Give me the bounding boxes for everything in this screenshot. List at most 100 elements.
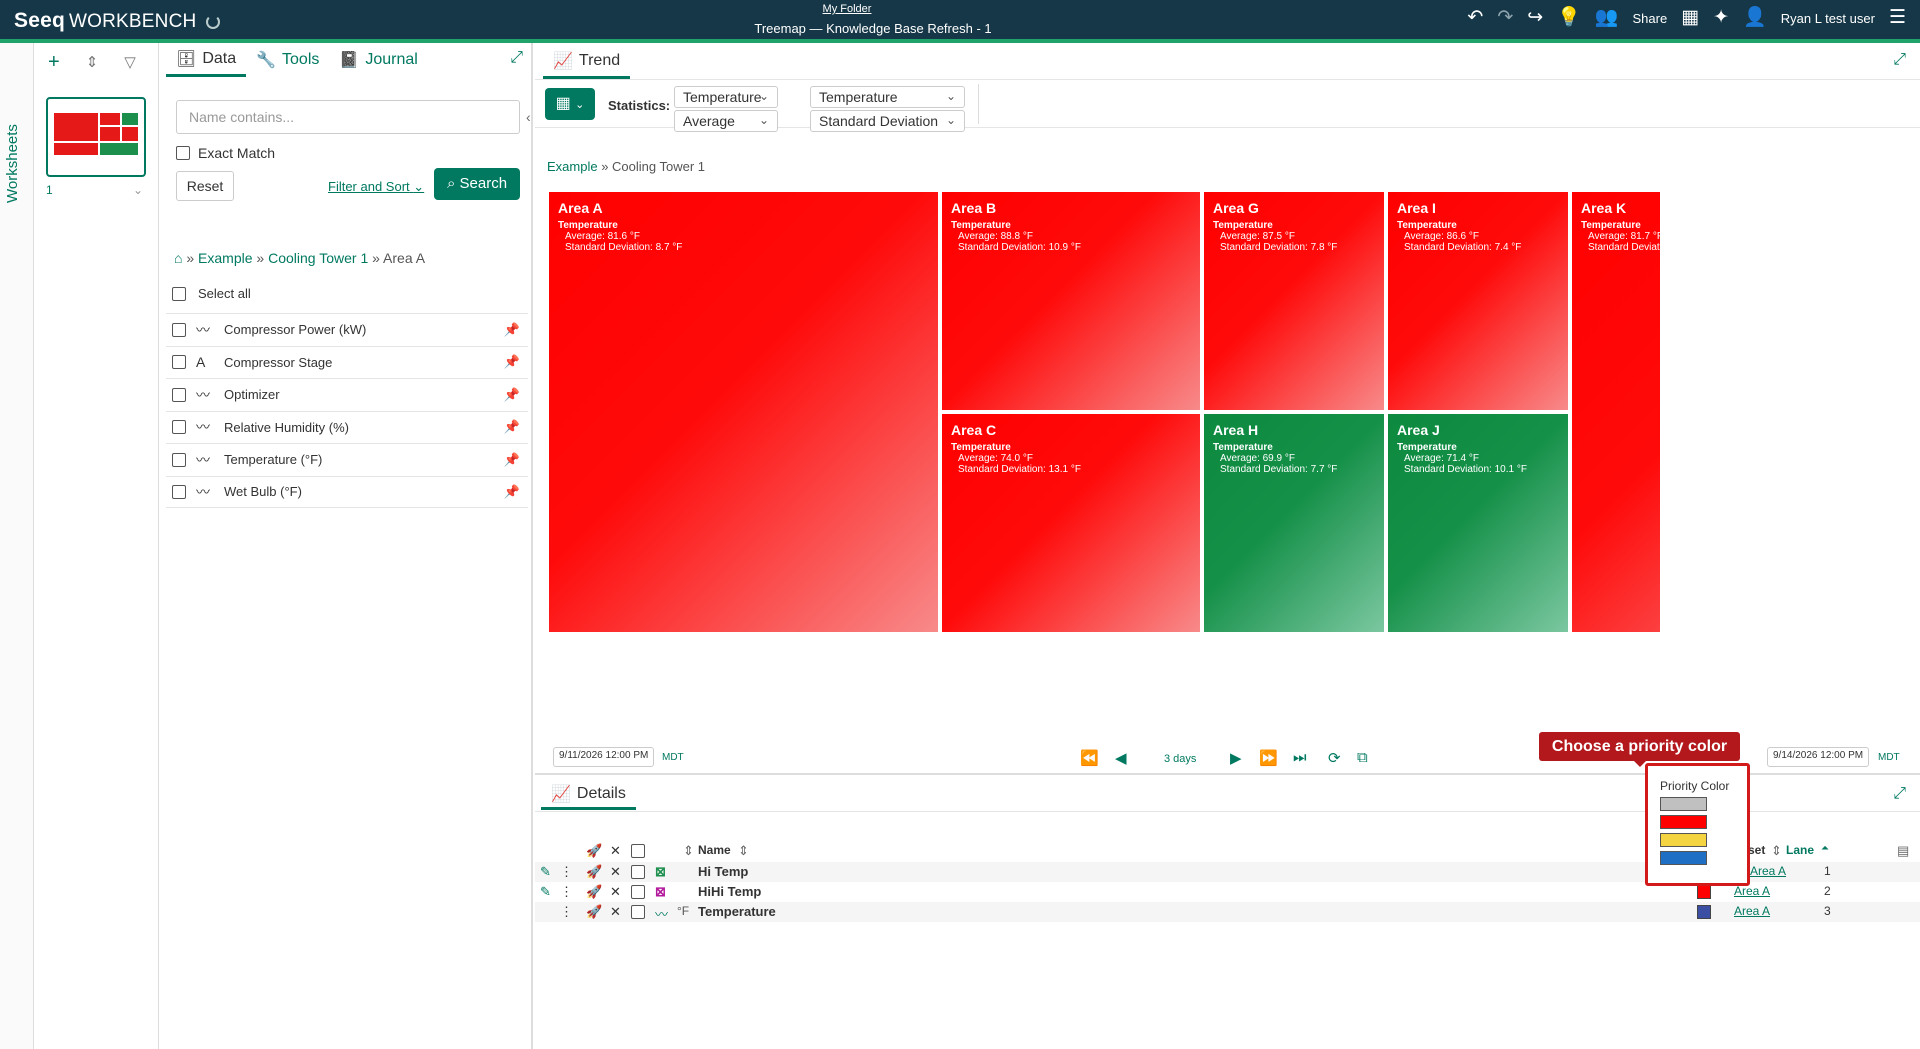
screenshot-icon[interactable]: ⧉ bbox=[1357, 749, 1368, 766]
column-header-name[interactable]: Name bbox=[698, 843, 731, 857]
more-icon[interactable]: ⋮ bbox=[560, 864, 573, 880]
chevron-down-icon[interactable]: ⌄ bbox=[133, 183, 143, 197]
end-timezone[interactable]: MDT bbox=[1878, 752, 1900, 763]
priority-color-swatch[interactable] bbox=[1660, 815, 1707, 829]
start-time-field[interactable]: 9/11/2026 12:00 PM bbox=[553, 747, 655, 767]
more-icon[interactable]: ⋮ bbox=[560, 904, 573, 920]
list-item[interactable]: 〰 Optimizer 📌 bbox=[166, 378, 528, 411]
close-icon[interactable]: ✕ bbox=[610, 884, 621, 900]
menu-icon[interactable]: ☰ bbox=[1889, 8, 1906, 28]
undo-icon[interactable]: ↶ bbox=[1467, 8, 1483, 28]
reorder-icon[interactable]: ⇕ bbox=[86, 51, 99, 75]
more-icon[interactable]: ⋮ bbox=[560, 884, 573, 900]
asset-link[interactable]: Area A bbox=[1750, 864, 1786, 878]
filter-icon[interactable]: ▽ bbox=[124, 51, 136, 75]
step-forward-icon[interactable]: ▶ bbox=[1230, 749, 1242, 767]
pin-icon[interactable]: 📌 bbox=[504, 484, 520, 500]
edit-icon[interactable]: ✎ bbox=[540, 884, 551, 900]
reset-button[interactable]: Reset bbox=[176, 171, 234, 201]
breadcrumb-cooling-tower[interactable]: Cooling Tower 1 bbox=[268, 250, 368, 266]
color-swatch[interactable] bbox=[1697, 885, 1711, 899]
start-timezone[interactable]: MDT bbox=[662, 752, 684, 763]
sort-ascending-icon[interactable]: ⏶ bbox=[1821, 843, 1829, 854]
step-back-full-icon[interactable]: ⏪ bbox=[1080, 749, 1099, 767]
table-row[interactable]: ⋮ 🚀 ✕ 〰 °F Temperature Area A 3 bbox=[535, 902, 1920, 922]
home-icon[interactable]: ⌂ bbox=[174, 250, 182, 266]
pin-icon[interactable]: 📌 bbox=[504, 354, 520, 370]
row-checkbox[interactable] bbox=[631, 905, 645, 919]
duration-field[interactable]: 3 days bbox=[1164, 753, 1196, 765]
sort-icon[interactable]: ⇕ bbox=[738, 843, 749, 859]
treemap-cell[interactable]: Area H Temperature Average: 69.9 °F Standar… bbox=[1204, 414, 1384, 632]
column-header-lane[interactable]: Lane bbox=[1786, 843, 1814, 857]
close-icon[interactable]: ✕ bbox=[610, 864, 621, 880]
stat2-statistic-select[interactable]: Standard Deviation ⌄ bbox=[810, 110, 965, 132]
list-item[interactable]: 〰 Relative Humidity (%) 📌 bbox=[166, 410, 528, 444]
asset-link[interactable]: Area A bbox=[1734, 904, 1770, 918]
treemap-cell[interactable]: Area B Temperature Average: 88.8 °F Standar… bbox=[942, 192, 1200, 410]
treemap-cell[interactable]: Area K Temperature Average: 81.7 °F Standar… bbox=[1572, 192, 1660, 632]
exact-match-checkbox[interactable] bbox=[176, 146, 190, 160]
list-item[interactable]: 〰 Compressor Power (kW) 📌 bbox=[166, 313, 528, 346]
row-checkbox[interactable] bbox=[631, 865, 645, 879]
step-back-icon[interactable]: ◀ bbox=[1115, 749, 1127, 767]
asset-link[interactable]: Area A bbox=[1734, 884, 1770, 898]
rocket-icon[interactable]: 🚀 bbox=[586, 843, 602, 859]
list-item[interactable]: A Compressor Stage 📌 bbox=[166, 345, 528, 379]
item-checkbox[interactable] bbox=[172, 387, 186, 402]
sort-icon[interactable]: ⇕ bbox=[683, 843, 694, 859]
tab-details[interactable]: 📈 Details bbox=[541, 780, 636, 810]
close-icon[interactable]: ✕ bbox=[610, 843, 621, 859]
ai-assistant-icon[interactable]: ✦ bbox=[1713, 8, 1729, 28]
tab-trend[interactable]: 📈 Trend bbox=[543, 45, 631, 79]
forward-icon[interactable]: ↪ bbox=[1527, 8, 1543, 28]
edit-icon[interactable]: ✎ bbox=[540, 864, 551, 880]
folder-link[interactable]: My Folder bbox=[0, 3, 1694, 15]
column-settings-icon[interactable]: ▤ bbox=[1897, 843, 1909, 859]
worksheets-label[interactable]: Worksheets bbox=[4, 124, 21, 203]
step-forward-full-icon[interactable]: ⏩ bbox=[1259, 749, 1278, 767]
stat1-statistic-select[interactable]: Average ⌄ bbox=[674, 110, 778, 132]
row-checkbox[interactable] bbox=[631, 885, 645, 899]
priority-color-swatch[interactable] bbox=[1660, 851, 1707, 865]
priority-color-swatch[interactable] bbox=[1660, 797, 1707, 811]
list-item[interactable]: 〰 Temperature (°F) 📌 bbox=[166, 443, 528, 476]
search-input[interactable]: Name contains... bbox=[176, 100, 520, 134]
breadcrumb-example-link[interactable]: Example bbox=[547, 159, 598, 174]
rocket-icon[interactable]: 🚀 bbox=[586, 864, 602, 880]
pin-icon[interactable]: 📌 bbox=[504, 322, 520, 338]
add-worksheet-icon[interactable]: + bbox=[48, 51, 60, 75]
skip-to-end-icon[interactable]: ⏭ bbox=[1293, 749, 1307, 766]
refresh-icon[interactable]: ⟳ bbox=[1328, 749, 1341, 767]
pin-icon[interactable]: 📌 bbox=[504, 452, 520, 468]
treemap-cell[interactable]: Area C Temperature Average: 74.0 °F Standar… bbox=[942, 414, 1200, 632]
expand-icon[interactable]: ⤢ bbox=[510, 49, 523, 67]
tab-tools[interactable]: 🔧 Tools bbox=[246, 43, 329, 77]
user-name[interactable]: Ryan L test user bbox=[1781, 11, 1875, 26]
pin-icon[interactable]: 📌 bbox=[504, 387, 520, 403]
share-users-icon[interactable]: 👥 bbox=[1595, 8, 1619, 28]
column-header-asset[interactable]: set bbox=[1748, 843, 1765, 857]
stat1-signal-select[interactable]: Temperature ⌄ bbox=[674, 86, 778, 108]
color-swatch[interactable] bbox=[1697, 905, 1711, 919]
rocket-icon[interactable]: 🚀 bbox=[586, 884, 602, 900]
close-icon[interactable]: ✕ bbox=[610, 904, 621, 920]
stat2-signal-select[interactable]: Temperature ⌄ bbox=[810, 86, 965, 108]
worksheets-rail[interactable]: Worksheets bbox=[0, 43, 34, 1049]
item-checkbox[interactable] bbox=[172, 484, 186, 499]
item-checkbox[interactable] bbox=[172, 322, 186, 337]
treemap-cell[interactable]: Area G Temperature Average: 87.5 °F Standar… bbox=[1204, 192, 1384, 410]
share-button[interactable]: Share bbox=[1633, 11, 1668, 26]
pin-icon[interactable]: 📌 bbox=[504, 419, 520, 435]
select-all-checkbox[interactable] bbox=[172, 286, 186, 301]
rocket-icon[interactable]: 🚀 bbox=[586, 904, 602, 920]
priority-color-swatch[interactable] bbox=[1660, 833, 1707, 847]
tab-journal[interactable]: 📓 Journal bbox=[329, 43, 427, 77]
layout-icon[interactable]: ▦ bbox=[1681, 8, 1699, 28]
lightbulb-icon[interactable]: 💡 bbox=[1557, 8, 1581, 28]
search-button[interactable]: ⌕ Search bbox=[434, 168, 520, 200]
select-all-checkbox[interactable] bbox=[631, 844, 645, 858]
item-checkbox[interactable] bbox=[172, 452, 186, 467]
worksheet-thumbnail[interactable] bbox=[46, 97, 146, 177]
user-icon[interactable]: 👤 bbox=[1743, 8, 1767, 28]
